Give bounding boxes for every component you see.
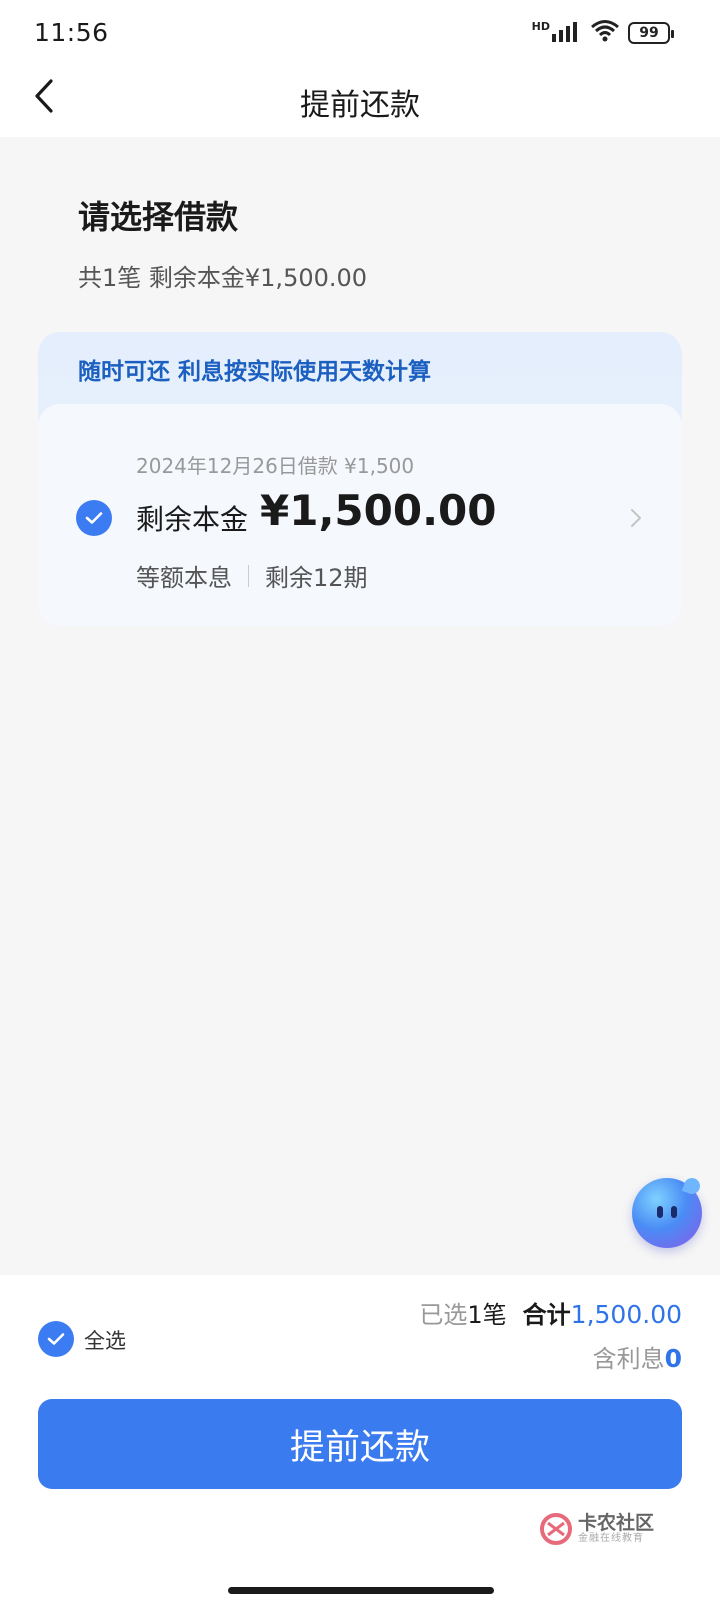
check-icon bbox=[85, 512, 103, 524]
check-icon bbox=[47, 1333, 65, 1345]
divider bbox=[248, 564, 249, 587]
total-label: 合计 bbox=[522, 1301, 571, 1329]
total-value: 1,500.00 bbox=[570, 1300, 682, 1329]
repayment-type: 等额本息 bbox=[136, 564, 232, 592]
interest-line: 含利息 0 bbox=[593, 1339, 682, 1374]
page-title: 提前还款 bbox=[300, 88, 420, 123]
loan-detail-link[interactable] bbox=[624, 506, 648, 530]
loan-card: 随时可还 利息按实际使用天数计算 2024年12月26日借款 ¥1,500 剩余… bbox=[38, 332, 682, 626]
battery-level: 99 bbox=[639, 25, 659, 41]
loan-info: 2024年12月26日借款 ¥1,500 bbox=[136, 454, 415, 478]
loan-meta: 等额本息 剩余12期 bbox=[136, 558, 368, 593]
select-all-checkbox[interactable] bbox=[38, 1321, 74, 1357]
status-icons: HD 99 bbox=[531, 19, 674, 47]
signal-icon bbox=[552, 20, 582, 46]
principal-label: 剩余本金 bbox=[136, 503, 249, 536]
home-indicator[interactable] bbox=[228, 1587, 494, 1594]
nav-bar: 提前还款 bbox=[0, 66, 720, 137]
assistant-horn bbox=[681, 1175, 703, 1197]
interest-value: 0 bbox=[664, 1344, 682, 1373]
status-time: 11:56 bbox=[34, 18, 109, 47]
section-subtitle: 共1笔 剩余本金¥1,500.00 bbox=[78, 264, 368, 292]
interest-label: 含利息 bbox=[592, 1345, 665, 1373]
loan-item[interactable]: 2024年12月26日借款 ¥1,500 剩余本金 ¥1,500.00 等额本息… bbox=[38, 404, 682, 626]
chevron-right-icon bbox=[631, 509, 641, 527]
select-all-label[interactable]: 全选 bbox=[84, 1325, 126, 1355]
bottom-panel: 全选 已选 1笔 合计 1,500.00 含利息 0 提前还款 卡农社区 金融在… bbox=[0, 1275, 720, 1600]
hd-icon: HD bbox=[531, 20, 550, 33]
top-bar: 11:56 HD 99 提前还款 bbox=[0, 0, 720, 137]
wifi-icon bbox=[590, 19, 620, 47]
watermark-sub: 金融在线教育 bbox=[578, 1533, 644, 1544]
selected-count: 1笔 bbox=[467, 1301, 507, 1329]
logo-icon bbox=[540, 1513, 572, 1545]
watermark-main: 卡农社区 bbox=[578, 1512, 655, 1534]
remaining-periods: 剩余12期 bbox=[265, 564, 368, 592]
section-title: 请选择借款 bbox=[78, 198, 239, 236]
summary-line: 已选 1笔 合计 1,500.00 bbox=[419, 1295, 682, 1330]
watermark: 卡农社区 金融在线教育 bbox=[540, 1513, 654, 1545]
loan-card-banner: 随时可还 利息按实际使用天数计算 bbox=[78, 359, 432, 385]
battery-icon: 99 bbox=[628, 22, 674, 44]
principal-value: ¥1,500.00 bbox=[260, 486, 497, 535]
status-bar: 11:56 HD 99 bbox=[0, 0, 720, 66]
prepay-button[interactable]: 提前还款 bbox=[38, 1399, 682, 1489]
assistant-eye-right bbox=[671, 1206, 677, 1218]
selected-prefix: 已选 bbox=[419, 1301, 468, 1329]
assistant-bot-button[interactable] bbox=[632, 1175, 703, 1248]
assistant-eye-left bbox=[657, 1206, 663, 1218]
loan-checkbox[interactable] bbox=[76, 500, 112, 536]
